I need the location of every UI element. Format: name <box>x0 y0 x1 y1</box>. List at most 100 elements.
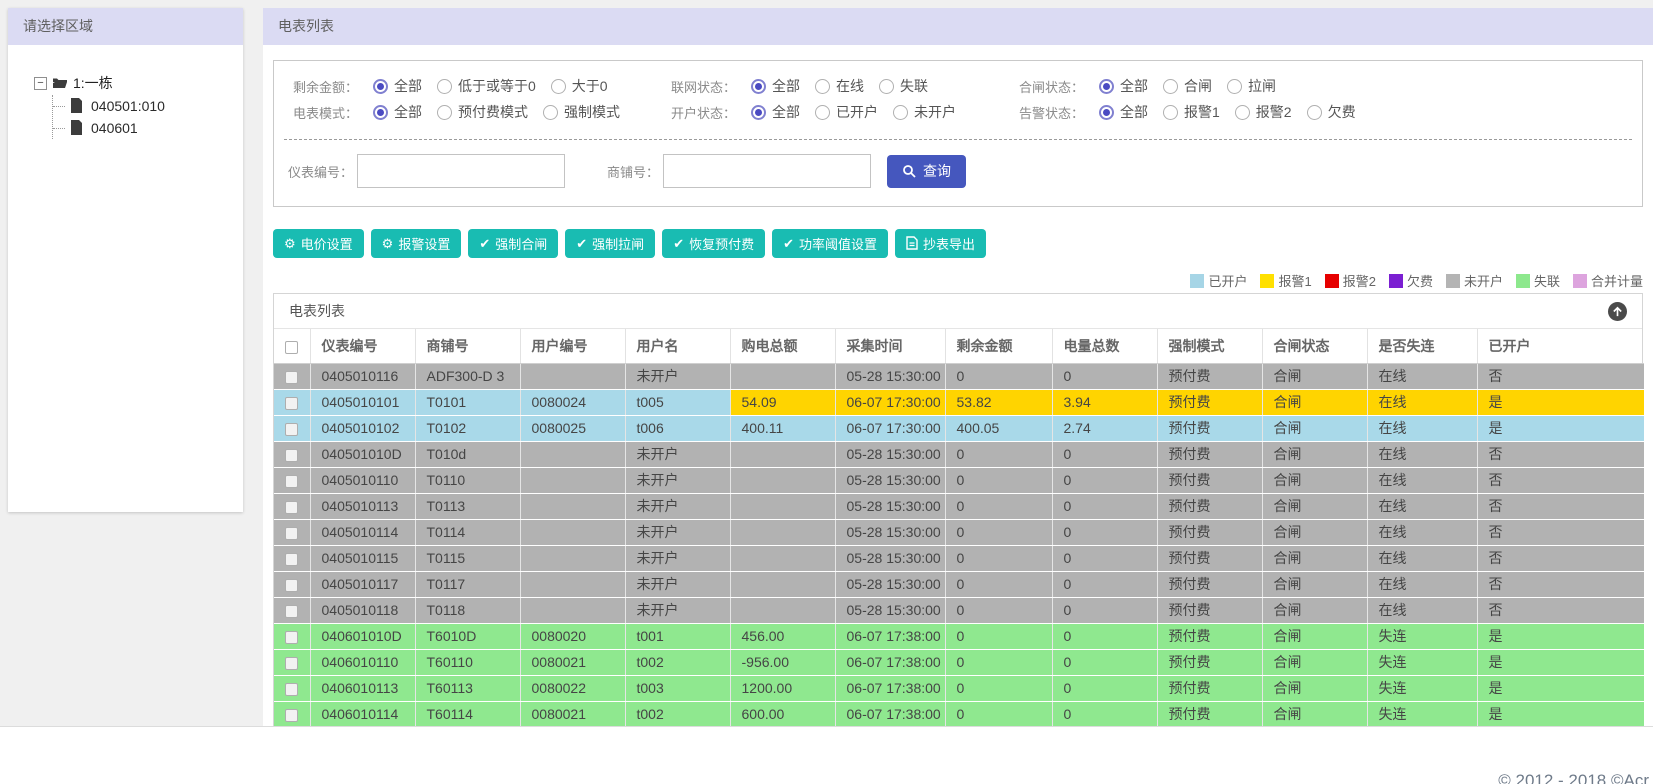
tree-node[interactable]: 040601 <box>53 117 243 139</box>
radio-alarm-2[interactable] <box>1234 104 1250 120</box>
meter-no-input[interactable] <box>357 154 566 188</box>
action-button-restore-prepaid[interactable]: ✔ 恢复预付费 <box>662 229 766 258</box>
tree-collapse-icon[interactable]: − <box>34 76 47 90</box>
tree-node-label-1[interactable]: 040601 <box>91 120 138 136</box>
radio-network-1[interactable] <box>815 78 830 94</box>
legend-label: 合并计量 <box>1590 274 1643 289</box>
row-checkbox[interactable] <box>285 682 298 696</box>
row-checkbox[interactable] <box>285 708 298 722</box>
radio-switch-2[interactable] <box>1227 78 1242 94</box>
legend-item: 报警2 <box>1324 271 1376 290</box>
radio-alarm-3[interactable] <box>1306 104 1322 120</box>
row-checkbox[interactable] <box>285 422 298 436</box>
cell: T0101 <box>414 389 520 416</box>
radio-meter-mode-1[interactable] <box>437 104 452 120</box>
radio-label-network-1: 在线 <box>836 78 864 94</box>
radio-balance-1[interactable] <box>437 78 452 94</box>
radio-account-2[interactable] <box>893 104 908 120</box>
row-select-cell <box>274 519 310 546</box>
cell: 未开户 <box>624 441 730 468</box>
radio-meter-mode-0[interactable] <box>373 104 388 120</box>
row-checkbox[interactable] <box>285 448 298 462</box>
cell: 合闸 <box>1261 571 1367 598</box>
radio-switch-0[interactable] <box>1099 78 1114 94</box>
action-button-meter-export[interactable]: 抄表导出 <box>895 229 987 258</box>
radio-label-network-0: 全部 <box>772 78 800 94</box>
cell: 0080022 <box>519 675 625 702</box>
radio-account-1[interactable] <box>815 104 830 120</box>
cell: T0102 <box>414 415 520 442</box>
scroll-top-icon[interactable] <box>1608 301 1627 321</box>
row-select-cell <box>274 467 310 494</box>
cell: 合闸 <box>1261 363 1367 390</box>
cell: 400.11 <box>729 415 835 442</box>
filter-divider <box>284 139 1632 140</box>
tree-root-node[interactable]: − 1:一栋 <box>34 73 243 93</box>
row-checkbox[interactable] <box>285 630 298 644</box>
action-button-power-threshold[interactable]: ✔ 功率阈值设置 <box>772 229 889 258</box>
select-all-cell <box>274 329 310 364</box>
row-checkbox[interactable] <box>285 656 298 670</box>
cell: 05-28 15:30:00 <box>834 597 945 624</box>
cell: 0 <box>1051 519 1157 546</box>
radio-switch-1[interactable] <box>1163 78 1178 94</box>
radio-meter-mode-2[interactable] <box>543 104 558 120</box>
action-button-price-setting[interactable]: ⚙ 电价设置 <box>273 229 364 258</box>
radio-network-2[interactable] <box>879 78 894 94</box>
cell: 合闸 <box>1261 415 1367 442</box>
radio-alarm-0[interactable] <box>1099 104 1114 120</box>
action-button-alarm-setting[interactable]: ⚙ 报警设置 <box>370 229 462 258</box>
legend-item: 失联 <box>1515 271 1560 290</box>
cell: 未开户 <box>624 467 730 494</box>
action-toolbar: ⚙ 电价设置 ⚙ 报警设置 ✔ 强制合闸 ✔ 强制拉闸 ✔ 恢复预付费 ✔ 功率阈值设置 抄表导出 <box>273 229 1643 258</box>
row-select-cell <box>274 649 310 676</box>
row-checkbox[interactable] <box>285 552 298 566</box>
query-button[interactable]: 查询 <box>887 154 967 188</box>
action-button-force-open[interactable]: ✔ 强制拉闸 <box>565 229 656 258</box>
select-all-checkbox[interactable] <box>285 340 298 354</box>
cell: 在线 <box>1366 493 1477 520</box>
table-row: 0405010115 T0115 未开户 05-28 15:30:00 0 0 预付费 合闸在… <box>274 545 1644 572</box>
radio-network-0[interactable] <box>751 78 766 94</box>
cell: 0405010102 <box>309 415 415 442</box>
col-header-1: 商铺号 <box>414 329 520 364</box>
status-legend: 已开户 报警1 报警2 欠费 未开户 失联 合并计量 <box>273 271 1643 290</box>
action-button-force-close[interactable]: ✔ 强制合闸 <box>468 229 559 258</box>
shop-no-input[interactable] <box>663 154 872 188</box>
tree-node[interactable]: 040501:010 <box>53 95 243 117</box>
row-checkbox[interactable] <box>285 474 298 488</box>
row-checkbox[interactable] <box>285 578 298 592</box>
cell: 0 <box>944 545 1052 572</box>
radio-balance-0[interactable] <box>373 78 388 94</box>
cell: 0 <box>1051 597 1157 624</box>
cell: 是 <box>1476 675 1644 702</box>
row-checkbox[interactable] <box>285 500 298 514</box>
copyright: © 2012 - 2018 ©Acr <box>1498 771 1649 784</box>
tree-node-label-0[interactable]: 040501:010 <box>91 98 165 114</box>
folder-icon <box>52 75 68 91</box>
row-checkbox[interactable] <box>285 526 298 540</box>
radio-alarm-1[interactable] <box>1163 104 1178 120</box>
cell: 0405010114 <box>309 519 415 546</box>
table-row: 040501010D T010d 未开户 05-28 15:30:00 0 0 预付费 合闸在… <box>274 441 1644 468</box>
row-checkbox[interactable] <box>285 396 298 410</box>
cell: 否 <box>1476 363 1644 390</box>
radio-account-0[interactable] <box>751 104 766 120</box>
cell: 预付费 <box>1156 363 1262 390</box>
radio-label-alarm-3: 欠费 <box>1327 104 1356 120</box>
cell: 预付费 <box>1156 571 1262 598</box>
radio-label-alarm-0: 全部 <box>1120 104 1148 120</box>
legend-label: 欠费 <box>1406 274 1433 289</box>
cell: 0405010110 <box>309 467 415 494</box>
col-header-9: 合闸状态 <box>1261 329 1367 364</box>
row-checkbox[interactable] <box>285 604 298 618</box>
row-select-cell <box>274 623 310 650</box>
tree-children: 040501:010 040601 <box>52 95 243 139</box>
radio-label-balance-1: 低于或等于0 <box>458 78 536 94</box>
radio-balance-2[interactable] <box>550 78 566 94</box>
row-select-cell <box>274 363 310 390</box>
cell: 0 <box>944 493 1052 520</box>
row-checkbox[interactable] <box>285 370 298 384</box>
tree-root-label[interactable]: 1:一栋 <box>73 73 113 93</box>
cell: 06-07 17:38:00 <box>834 701 945 726</box>
